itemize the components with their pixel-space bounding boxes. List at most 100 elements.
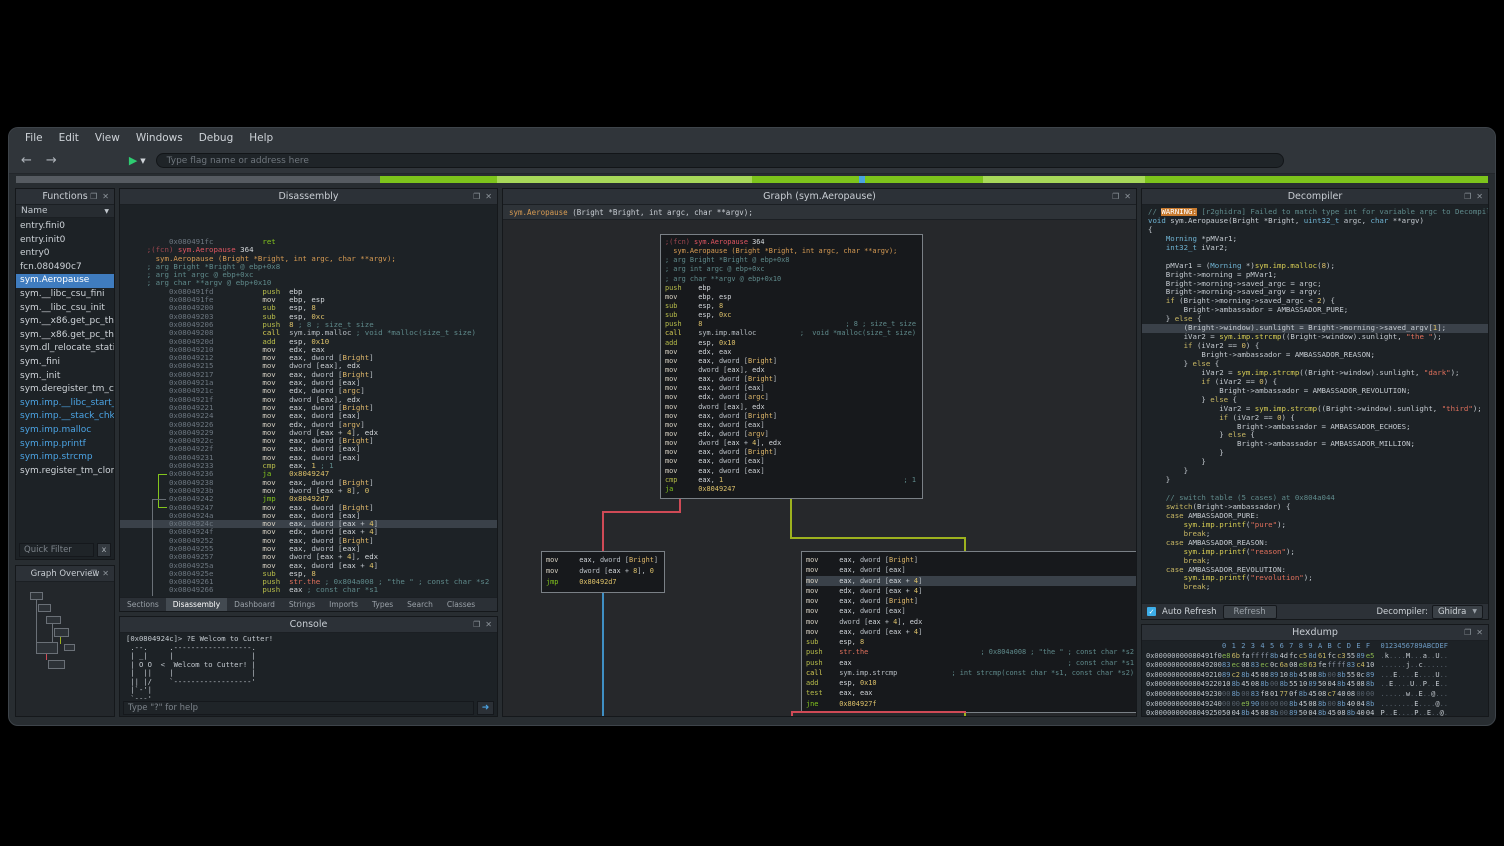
seek-segment[interactable] xyxy=(983,176,1145,183)
close-icon[interactable]: ✕ xyxy=(1476,628,1483,637)
asm-line[interactable]: sym.Aeropause (Bright *Bright, int argc,… xyxy=(665,247,918,256)
decompiler-line[interactable]: switch(Bright->ambassador) { xyxy=(1142,503,1488,512)
asm-line[interactable]: 0x08049200 sub esp, 8 xyxy=(120,304,497,312)
forward-arrow-icon[interactable]: → xyxy=(46,153,57,168)
asm-line[interactable]: mov eax, dword [Bright] xyxy=(665,357,918,366)
undock-icon[interactable]: ❐ xyxy=(1464,192,1471,201)
asm-line[interactable]: mov eax, dword [eax] xyxy=(665,467,918,476)
asm-line[interactable]: 0x08049242 jmp 0x80492d7 xyxy=(120,495,497,503)
function-item[interactable]: sym.imp.printf xyxy=(16,438,114,452)
function-item[interactable]: entry.fini0 xyxy=(16,220,114,234)
decompiler-line[interactable]: break; xyxy=(1142,557,1488,566)
asm-line[interactable]: mov ebp, esp xyxy=(665,293,918,302)
decompiler-line[interactable]: sym.imp.printf("pure"); xyxy=(1142,521,1488,530)
graph-overview-canvas[interactable] xyxy=(16,582,114,716)
function-item[interactable]: sym.imp.malloc xyxy=(16,424,114,438)
close-icon[interactable]: ✕ xyxy=(102,192,109,201)
asm-line[interactable]: 0x0804921f mov dword [eax], edx xyxy=(120,396,497,404)
function-item[interactable]: sym.imp.__stack_chk_fail xyxy=(16,410,114,424)
auto-refresh-checkbox[interactable]: ✓ xyxy=(1147,607,1156,616)
refresh-button[interactable]: Refresh xyxy=(1223,605,1277,619)
asm-line[interactable]: mov eax, dword [Bright] xyxy=(665,448,918,457)
seek-segment[interactable] xyxy=(380,176,498,183)
asm-line[interactable]: sub esp, 0xc xyxy=(665,311,918,320)
tab-strings[interactable]: Strings xyxy=(282,598,322,611)
undock-icon[interactable]: ❐ xyxy=(473,620,480,629)
seek-segment[interactable] xyxy=(865,176,983,183)
asm-line[interactable]: 0x08049247 mov eax, dword [Bright] xyxy=(120,504,497,512)
asm-line[interactable]: ; arg int argc @ ebp+0xc xyxy=(120,271,497,279)
asm-line[interactable]: 0x08049231 mov eax, dword [eax] xyxy=(120,454,497,462)
decompiler-line[interactable]: Bright->morning->saved_argc = argc; xyxy=(1142,280,1488,289)
asm-line[interactable]: 0x0804924a mov eax, dword [eax] xyxy=(120,512,497,520)
decompiler-line[interactable]: if (Bright->morning->saved_argc < 2) { xyxy=(1142,297,1488,306)
graph-block-entry[interactable]: ;(fcn) sym.Aeropause 364 sym.Aeropause (… xyxy=(660,234,923,499)
graph-canvas[interactable]: ;(fcn) sym.Aeropause 364 sym.Aeropause (… xyxy=(503,220,1136,716)
asm-line[interactable]: 0x0804921c mov edx, dword [argc] xyxy=(120,387,497,395)
seek-segment[interactable] xyxy=(1145,176,1488,183)
decompiler-line[interactable]: case AMBASSADOR_REVOLUTION: xyxy=(1142,566,1488,575)
decompiler-line[interactable]: } else { xyxy=(1142,431,1488,440)
function-item[interactable]: sym.Aeropause xyxy=(16,274,114,288)
asm-line[interactable]: ; arg Bright *Bright @ ebp+0x8 xyxy=(120,263,497,271)
asm-line[interactable]: 0x08049217 mov eax, dword [Bright] xyxy=(120,371,497,379)
undock-icon[interactable]: ❐ xyxy=(1112,192,1119,201)
seek-navbar[interactable] xyxy=(16,176,1488,183)
asm-line[interactable]: mov eax, dword [eax + 4] xyxy=(806,627,1136,637)
close-icon[interactable]: ✕ xyxy=(102,569,109,578)
tab-classes[interactable]: Classes xyxy=(440,598,482,611)
asm-line[interactable]: 0x08049257 mov dword [eax + 4], edx xyxy=(120,553,497,561)
asm-line[interactable]: sym.Aeropause (Bright *Bright, int argc,… xyxy=(120,255,497,263)
menu-edit[interactable]: Edit xyxy=(51,130,87,146)
console-send-icon[interactable]: ➜ xyxy=(477,701,494,715)
asm-line[interactable]: call sym.imp.strcmp; int strcmp(const ch… xyxy=(806,668,1136,678)
asm-line[interactable]: ; arg char **argv @ ebp+0x10 xyxy=(120,279,497,287)
decompiler-line[interactable]: break; xyxy=(1142,530,1488,539)
asm-line[interactable]: ; arg int argc @ ebp+0xc xyxy=(665,265,918,274)
undock-icon[interactable]: ❐ xyxy=(473,192,480,201)
asm-line[interactable]: mov dword [eax], edx xyxy=(665,366,918,375)
asm-line[interactable]: 0x08049203 sub esp, 0xc xyxy=(120,313,497,321)
decompiler-line[interactable]: Bright->ambassador = AMBASSADOR_REVOLUTI… xyxy=(1142,387,1488,396)
hexdump-row[interactable]: 0x0000000008049220108b45088b008b55108950… xyxy=(1142,680,1488,690)
asm-line[interactable]: push ebp xyxy=(665,284,918,293)
asm-line[interactable]: sub esp, 8 xyxy=(806,637,1136,647)
asm-line[interactable]: 0x08049206 push 8 ; 8 ; size_t size xyxy=(120,321,497,329)
disassembly-body[interactable]: 0x080491fc ret ;(fcn) sym.Aeropause 364 … xyxy=(120,205,497,597)
decompiler-line[interactable]: iVar2 = sym.imp.strcmp((Bright->window).… xyxy=(1142,333,1488,342)
hexdump-row[interactable]: 0x000000000804925050048b45088b008950048b… xyxy=(1142,709,1488,716)
asm-line[interactable]: cmp eax, 1; 1 xyxy=(665,476,918,485)
decompiler-line[interactable]: { xyxy=(1142,226,1488,235)
function-item[interactable]: entry0 xyxy=(16,247,114,261)
seek-segment[interactable] xyxy=(497,176,752,183)
decompiler-line[interactable]: Bright->ambassador = AMBASSADOR_MILLION; xyxy=(1142,440,1488,449)
hexdump-header-row[interactable]: 0123456789ABCDEF0123456789ABCDEF xyxy=(1142,642,1488,652)
tab-search[interactable]: Search xyxy=(400,598,440,611)
asm-line[interactable]: sub esp, 8 xyxy=(665,302,918,311)
hexdump-row[interactable]: 0x00000000080491f0e86bfaffff8b4dfcc58d61… xyxy=(1142,652,1488,662)
asm-line[interactable]: 0x08049255 mov eax, dword [eax] xyxy=(120,545,497,553)
function-item[interactable]: sym._fini xyxy=(16,356,114,370)
asm-line[interactable]: mov edx, dword [argc] xyxy=(665,393,918,402)
graph-block-true-branch[interactable]: mov eax, dword [Bright]mov eax, dword [e… xyxy=(801,551,1136,713)
asm-line[interactable]: mov dword [eax + 8], 0 xyxy=(546,566,660,577)
asm-line[interactable]: add esp, 0x10 xyxy=(665,339,918,348)
function-item[interactable]: sym.deregister_tm_clones xyxy=(16,383,114,397)
hexdump-row[interactable]: 0x000000000804921089c28b450889108b45088b… xyxy=(1142,671,1488,681)
asm-line[interactable]: ;(fcn) sym.Aeropause 364 xyxy=(665,238,918,247)
function-item[interactable]: sym.dl_relocate_static_pie xyxy=(16,342,114,356)
asm-line[interactable]: mov edx, eax xyxy=(665,348,918,357)
asm-line[interactable]: mov dword [eax + 4], edx xyxy=(665,439,918,448)
hexdump-body[interactable]: 0123456789ABCDEF0123456789ABCDEF0x000000… xyxy=(1142,641,1488,716)
asm-line[interactable]: 0x08049212 mov eax, dword [Bright] xyxy=(120,354,497,362)
asm-line[interactable]: push str.the; 0x804a008 ; "the " ; const… xyxy=(806,647,1136,657)
asm-line[interactable]: mov dword [eax + 4], edx xyxy=(806,617,1136,627)
asm-line[interactable]: 0x08049236 ja 0x8049247 xyxy=(120,470,497,478)
asm-line[interactable]: 0x08049252 mov eax, dword [Bright] xyxy=(120,537,497,545)
decompiler-line[interactable]: } xyxy=(1142,449,1488,458)
clear-filter-button[interactable]: x xyxy=(97,543,111,557)
asm-line[interactable]: 0x08049229 mov dword [eax + 4], edx xyxy=(120,429,497,437)
decompiler-line[interactable]: break; xyxy=(1142,583,1488,592)
decompiler-line[interactable]: } else { xyxy=(1142,315,1488,324)
function-item[interactable]: sym._init xyxy=(16,370,114,384)
